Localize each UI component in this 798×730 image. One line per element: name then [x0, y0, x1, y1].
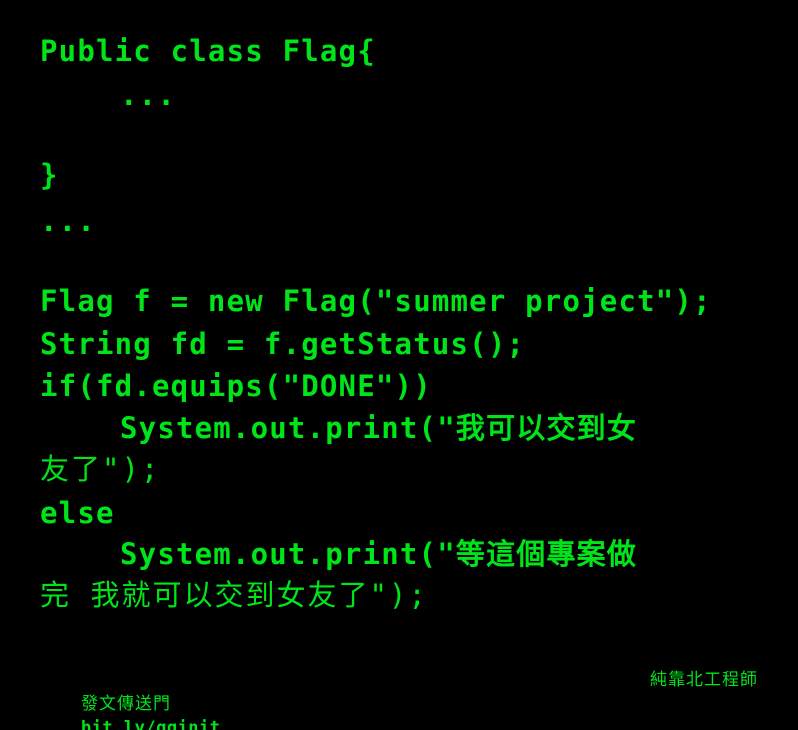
footer-brand: 純靠北工程師 — [650, 670, 758, 690]
code-line-closing-brace: } — [40, 158, 59, 192]
code-line-print-success: System.out.print("我可以交到女 — [120, 411, 638, 445]
footer-short-url[interactable]: bit.ly/gginit — [81, 718, 221, 730]
code-line-if-condition: if(fd.equips("DONE")) — [40, 369, 432, 403]
code-line-flag-instantiation: Flag f = new Flag("summer project"); — [40, 284, 712, 318]
code-line-class-declaration: Public class Flag{ — [40, 34, 376, 68]
code-line-get-status: String fd = f.getStatus(); — [40, 327, 526, 361]
code-screen: Public class Flag{ ... } ... Flag f = ne… — [0, 0, 798, 730]
footer-submission-label: 發文傳送門 — [80, 694, 171, 714]
code-line-else: else — [40, 496, 115, 530]
code-line-ellipsis-body: ... — [120, 78, 176, 112]
code-line-print-fallback: System.out.print("等這個專案做 — [120, 537, 638, 571]
code-line-print-fallback-wrap: 完 我就可以交到女友了"); — [40, 578, 428, 612]
code-line-print-success-wrap: 友了"); — [40, 452, 161, 486]
code-line-ellipsis: ... — [40, 204, 96, 238]
footer-submission-link: 發文傳送門 bit.ly/gginit — [40, 668, 221, 730]
